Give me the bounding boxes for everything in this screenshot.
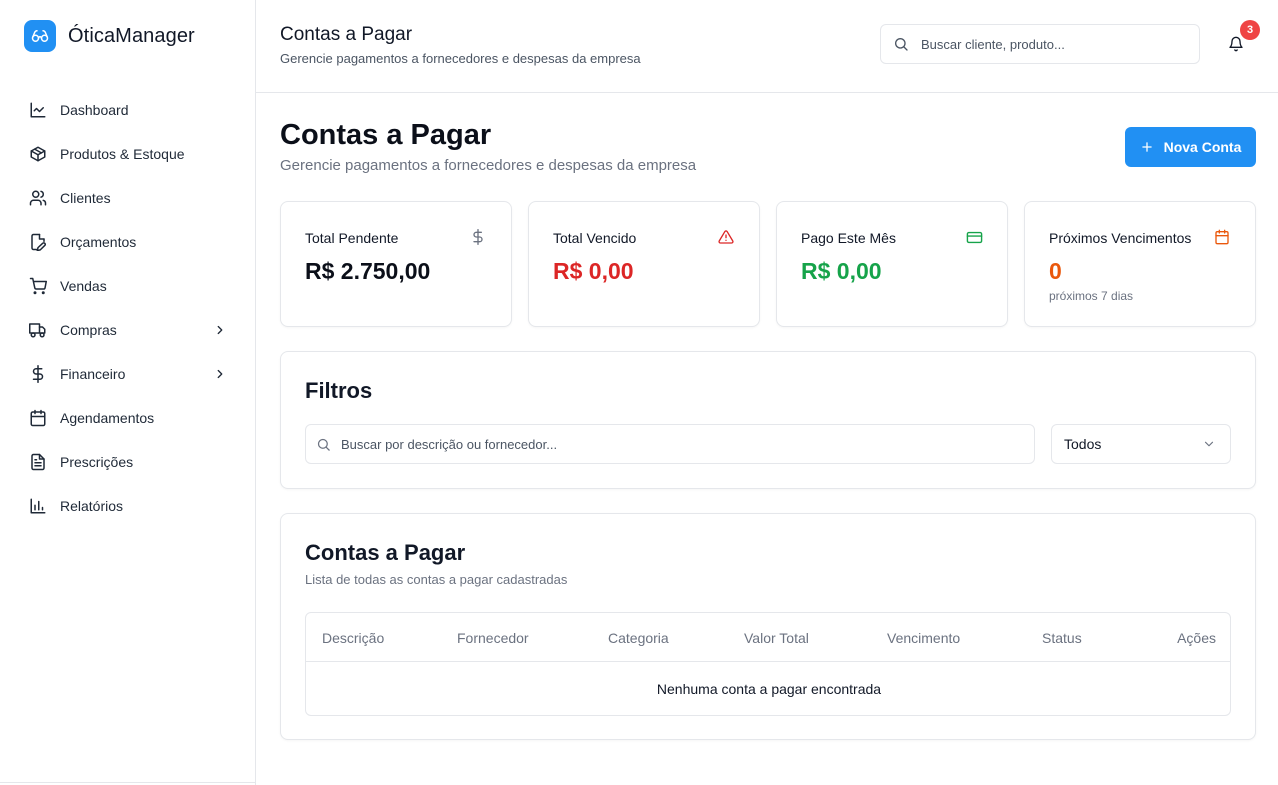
sidebar-item-compras[interactable]: Compras [16,308,240,352]
table-empty-message: Nenhuma conta a pagar encontrada [656,681,882,697]
header-title: Contas a Pagar [280,24,413,45]
filters-card: Filtros Todos [280,351,1256,489]
sidebar-item-prescricoes[interactable]: Prescrições [16,440,240,484]
stat-label: Pago Este Mês [801,230,896,246]
sidebar-item-relatorios[interactable]: Relatórios [16,484,240,528]
stat-label: Total Vencido [553,230,637,246]
global-search[interactable] [880,24,1200,64]
glasses-icon [24,20,56,52]
file-edit-icon [28,232,48,252]
app-name: ÓticaManager [68,24,195,47]
filter-search-input[interactable] [341,436,1021,452]
table-title: Contas a Pagar [305,540,466,565]
sidebar-item-label: Compras [60,322,117,338]
search-icon [316,437,331,452]
column-header-status[interactable]: Status [1042,630,1082,646]
bell-icon [1228,36,1244,52]
sidebar-item-label: Clientes [60,190,111,206]
app-root: ÓticaManager Dashboard Produtos & Estoqu… [0,0,1278,785]
sidebar-divider [0,782,256,783]
brand[interactable]: ÓticaManager [24,20,195,52]
chevron-right-icon [212,322,228,338]
status-select-value: Todos [1064,436,1102,452]
stat-card-total-pendente: Total Pendente R$ 2.750,00 [280,201,512,327]
stat-value: R$ 0,00 [801,258,882,284]
stat-card-pago-este-mes: Pago Este Mês R$ 0,00 [776,201,1008,327]
stat-label: Total Pendente [305,230,399,246]
sidebar-item-agendamentos[interactable]: Agendamentos [16,396,240,440]
sidebar-item-produtos[interactable]: Produtos & Estoque [16,132,240,176]
column-header-valor-total[interactable]: Valor Total [744,630,809,646]
calendar-icon [1213,228,1231,246]
status-select[interactable]: Todos [1051,424,1231,464]
column-header-fornecedor[interactable]: Fornecedor [457,630,529,646]
sidebar-item-dashboard[interactable]: Dashboard [16,88,240,132]
truck-icon [28,320,48,340]
dollar-icon [469,228,487,246]
table-subtitle: Lista de todas as contas a pagar cadastr… [305,572,568,587]
page-title: Contas a Pagar [280,119,492,151]
sidebar-item-label: Vendas [60,278,107,294]
stat-card-total-vencido: Total Vencido R$ 0,00 [528,201,760,327]
filters-title: Filtros [305,378,373,403]
accounts-table-card: Contas a Pagar Lista de todas as contas … [280,513,1256,740]
accounts-table: Descrição Fornecedor Categoria Valor Tot… [305,612,1231,716]
sidebar: ÓticaManager Dashboard Produtos & Estoqu… [0,0,256,785]
credit-card-icon [965,228,983,246]
top-header: Contas a Pagar Gerencie pagamentos a for… [256,0,1278,93]
sidebar-item-label: Produtos & Estoque [60,146,185,162]
stat-value: 0 [1049,258,1062,284]
sidebar-item-clientes[interactable]: Clientes [16,176,240,220]
sidebar-item-vendas[interactable]: Vendas [16,264,240,308]
header-subtitle: Gerencie pagamentos a fornecedores e des… [280,51,641,66]
stat-card-proximos-vencimentos: Próximos Vencimentos 0 próximos 7 dias [1024,201,1256,327]
stat-label: Próximos Vencimentos [1049,230,1192,246]
filter-search[interactable] [305,424,1035,464]
sidebar-item-label: Prescrições [60,454,134,470]
stat-value: R$ 2.750,00 [305,258,431,284]
chevron-right-icon [212,366,228,382]
column-header-acoes: Ações [1177,630,1216,646]
new-account-button[interactable]: Nova Conta [1125,127,1256,167]
stat-note: próximos 7 dias [1049,289,1134,303]
notification-badge: 3 [1240,20,1260,40]
sidebar-item-financeiro[interactable]: Financeiro [16,352,240,396]
chart-line-icon [28,100,48,120]
sidebar-item-label: Dashboard [60,102,129,118]
chevron-down-icon [1202,437,1216,451]
new-account-label: Nova Conta [1163,139,1242,155]
alert-triangle-icon [717,228,735,246]
sidebar-item-label: Orçamentos [60,234,137,250]
calendar-icon [28,408,48,428]
global-search-input[interactable] [921,36,1181,52]
table-header: Descrição Fornecedor Categoria Valor Tot… [306,613,1230,662]
dollar-icon [28,364,48,384]
sidebar-nav: Dashboard Produtos & Estoque Clientes Or… [16,88,240,528]
sidebar-item-label: Relatórios [60,498,124,514]
users-icon [28,188,48,208]
search-icon [893,36,909,52]
stat-value: R$ 0,00 [553,258,634,284]
package-icon [28,144,48,164]
column-header-descricao[interactable]: Descrição [322,630,384,646]
column-header-categoria[interactable]: Categoria [608,630,669,646]
column-header-vencimento[interactable]: Vencimento [887,630,960,646]
bar-chart-icon [28,496,48,516]
file-text-icon [28,452,48,472]
page-subtitle: Gerencie pagamentos a fornecedores e des… [280,157,697,174]
sidebar-item-orcamentos[interactable]: Orçamentos [16,220,240,264]
cart-icon [28,276,48,296]
sidebar-item-label: Agendamentos [60,410,155,426]
plus-icon [1140,140,1154,154]
sidebar-item-label: Financeiro [60,366,126,382]
